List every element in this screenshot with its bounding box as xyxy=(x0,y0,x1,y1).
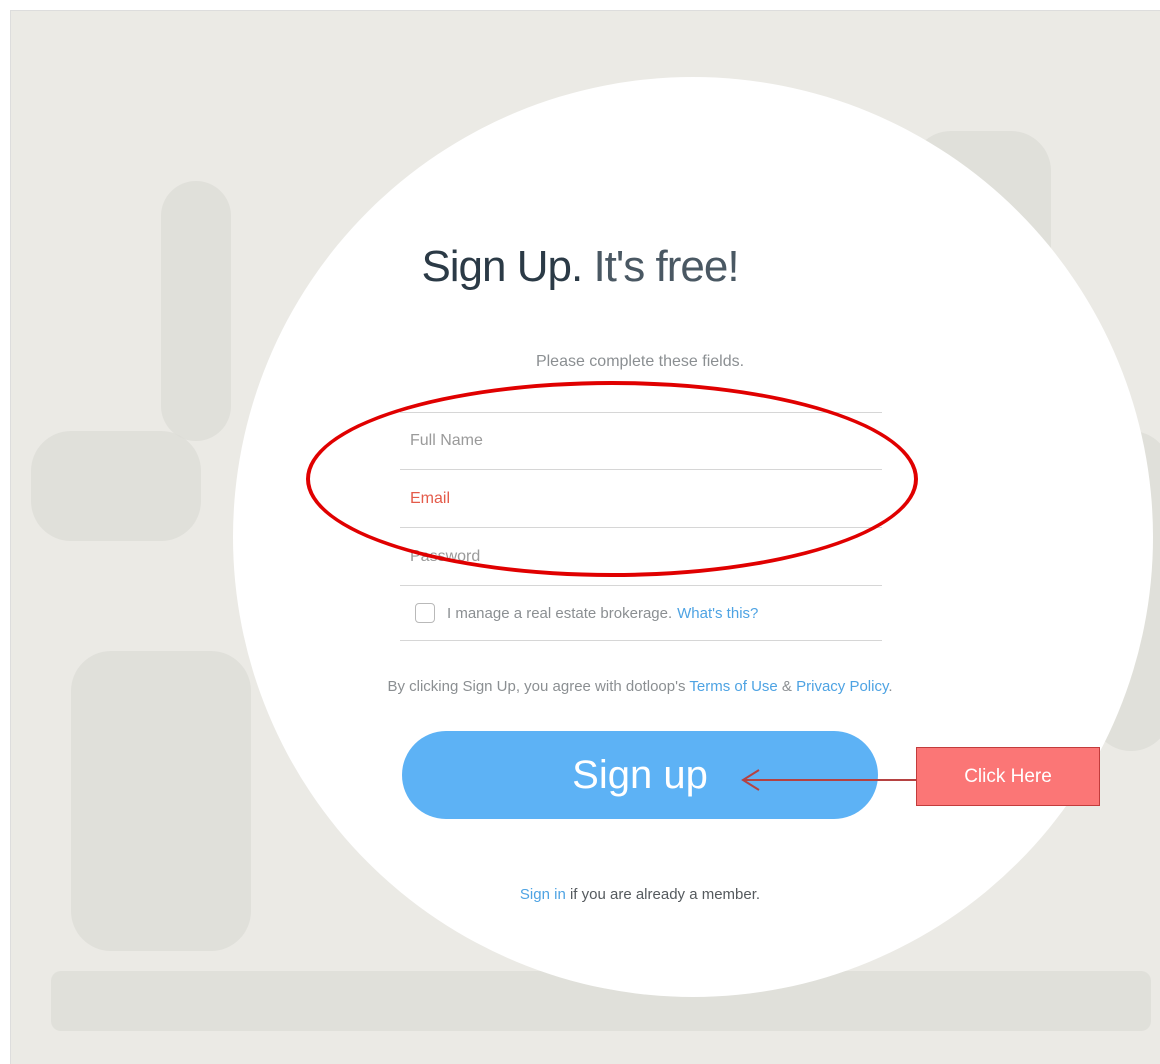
signin-suffix: if you are already a member. xyxy=(569,886,761,903)
terms-prefix: By clicking Sign Up, you agree with dotl… xyxy=(387,678,686,695)
full-name-input[interactable] xyxy=(400,413,882,469)
background-figure xyxy=(161,181,231,441)
brokerage-checkbox[interactable] xyxy=(415,603,435,623)
background-figure xyxy=(71,651,251,951)
click-here-callout: Click Here xyxy=(916,747,1100,806)
terms-ampersand: & xyxy=(781,678,792,695)
password-field-row xyxy=(400,528,882,586)
email-input[interactable] xyxy=(400,470,882,527)
page-title: Sign Up. It's free! xyxy=(0,242,1160,292)
terms-suffix: . xyxy=(888,678,893,695)
terms-of-use-link[interactable]: Terms of Use xyxy=(689,678,777,695)
sign-up-button[interactable]: Sign up xyxy=(402,731,878,819)
title-bold: Sign Up. xyxy=(421,242,583,291)
password-input[interactable] xyxy=(400,528,882,585)
terms-text: By clicking Sign Up, you agree with dotl… xyxy=(0,678,1160,695)
form-subtitle: Please complete these fields. xyxy=(535,353,745,370)
full-name-field-row xyxy=(400,412,882,470)
brokerage-label: I manage a real estate brokerage. xyxy=(447,604,673,622)
signin-prompt: Sign in if you are already a member. xyxy=(0,886,1160,903)
email-field-row xyxy=(400,470,882,528)
privacy-policy-link[interactable]: Privacy Policy xyxy=(796,678,888,695)
background-figure xyxy=(31,431,201,541)
title-light: It's free! xyxy=(593,242,739,291)
brokerage-row: I manage a real estate brokerage. What's… xyxy=(400,586,882,641)
sign-in-link[interactable]: Sign in xyxy=(520,886,566,903)
whats-this-link[interactable]: What's this? xyxy=(677,605,758,622)
